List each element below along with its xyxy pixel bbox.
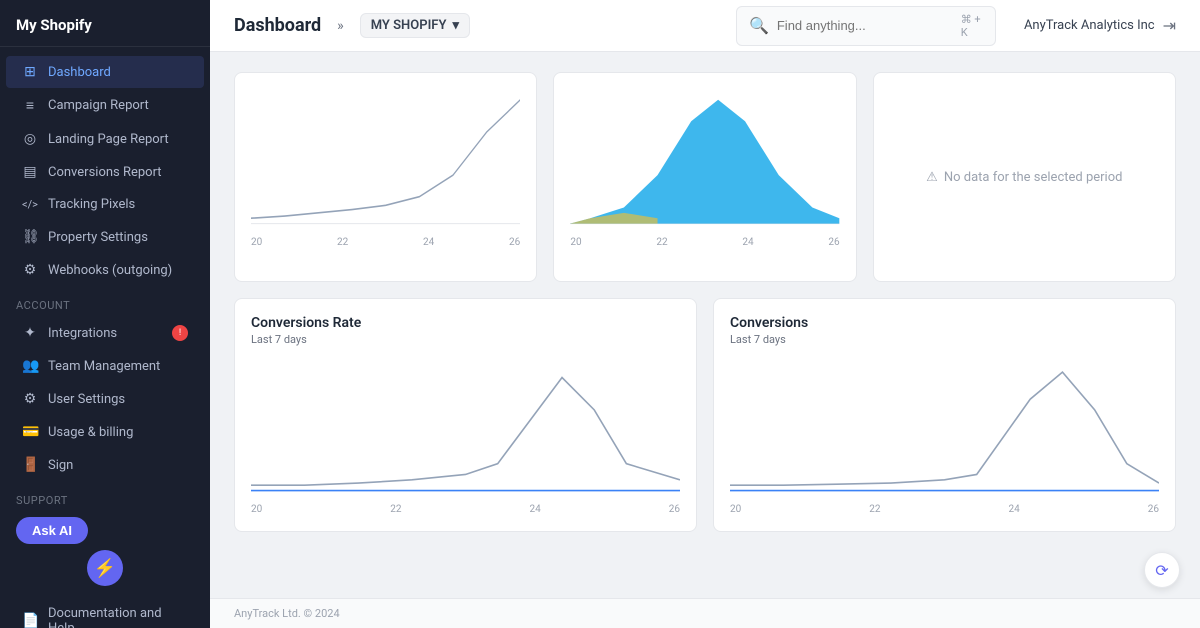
chart-2: 20 22 24 26 bbox=[570, 89, 839, 265]
sidebar-label-documentation: Documentation and Help bbox=[48, 606, 188, 628]
float-action-icon: ⟳ bbox=[1155, 561, 1168, 580]
sidebar-label-integrations: Integrations bbox=[48, 326, 117, 341]
sidebar-label-webhooks: Webhooks (outgoing) bbox=[48, 263, 172, 278]
landing-page-icon: ◎ bbox=[22, 131, 38, 147]
no-data-text: No data for the selected period bbox=[944, 170, 1123, 185]
sidebar-label-landing-page-report: Landing Page Report bbox=[48, 132, 169, 147]
conversions-report-icon: ▤ bbox=[22, 164, 38, 180]
tracking-pixels-icon: </> bbox=[22, 198, 38, 211]
integrations-badge: ! bbox=[172, 325, 188, 341]
sidebar-label-property-settings: Property Settings bbox=[48, 230, 148, 245]
sidebar-label-dashboard: Dashboard bbox=[48, 65, 111, 80]
chart-card-1: 20 22 24 26 bbox=[234, 72, 537, 282]
sidebar-item-integrations[interactable]: ✦ Integrations ! bbox=[6, 317, 204, 349]
logout-icon[interactable]: ⇥ bbox=[1163, 16, 1176, 35]
chart-conversions-rate-svg bbox=[251, 356, 680, 496]
sidebar-item-team-management[interactable]: 👥 Team Management bbox=[6, 350, 204, 382]
workspace-selector[interactable]: MY SHOPIFY ▾ bbox=[360, 13, 470, 38]
sidebar-item-property-settings[interactable]: ⛓ Property Settings bbox=[6, 221, 204, 253]
sidebar: My Shopify ⊞ Dashboard ≡ Campaign Report… bbox=[0, 0, 210, 628]
chart-conversions-subtitle: Last 7 days bbox=[730, 333, 1159, 346]
chart-card-2: 20 22 24 26 bbox=[553, 72, 856, 282]
sidebar-label-team-management: Team Management bbox=[48, 359, 160, 374]
sidebar-label-sign-out: Sign bbox=[48, 458, 73, 473]
search-icon: 🔍 bbox=[749, 16, 769, 35]
chart-conversions-chart: 20 22 24 26 bbox=[730, 356, 1159, 515]
chart-conversions-title: Conversions bbox=[730, 315, 1159, 331]
sidebar-nav: ⊞ Dashboard ≡ Campaign Report ◎ Landing … bbox=[0, 47, 210, 628]
sidebar-item-user-settings[interactable]: ⚙ User Settings bbox=[6, 383, 204, 415]
ask-ai-button[interactable]: Ask AI bbox=[16, 517, 88, 544]
topbar: Dashboard » MY SHOPIFY ▾ 🔍 ⌘ + K AnyTrac… bbox=[210, 0, 1200, 52]
support-section-label: Support bbox=[0, 482, 210, 511]
campaign-icon: ≡ bbox=[22, 97, 38, 114]
sidebar-label-campaign-report: Campaign Report bbox=[48, 98, 149, 113]
search-bar[interactable]: 🔍 ⌘ + K bbox=[736, 6, 996, 46]
sidebar-label-tracking-pixels: Tracking Pixels bbox=[48, 197, 135, 212]
account-section-label: Account bbox=[0, 287, 210, 316]
breadcrumb-sep: » bbox=[337, 18, 344, 34]
workspace-label: MY SHOPIFY bbox=[371, 18, 447, 33]
sidebar-item-webhooks[interactable]: ⚙ Webhooks (outgoing) bbox=[6, 254, 204, 286]
page-title: Dashboard bbox=[234, 15, 321, 36]
team-management-icon: 👥 bbox=[22, 358, 38, 374]
search-shortcut: ⌘ + K bbox=[961, 13, 983, 39]
support-lightning-icon: ⚡ bbox=[87, 550, 123, 586]
chart-1-svg bbox=[251, 89, 520, 229]
property-settings-icon: ⛓ bbox=[22, 229, 38, 245]
footer: AnyTrack Ltd. © 2024 bbox=[210, 598, 1200, 628]
chart-card-3: ⚠ No data for the selected period bbox=[873, 72, 1176, 282]
sidebar-item-dashboard[interactable]: ⊞ Dashboard bbox=[6, 56, 204, 88]
chart-conversions-svg bbox=[730, 356, 1159, 496]
chart-card-conversions-rate: Conversions Rate Last 7 days 20 22 24 26 bbox=[234, 298, 697, 532]
chart-conversions-rate-xaxis: 20 22 24 26 bbox=[251, 500, 680, 515]
chart-2-svg bbox=[570, 89, 839, 229]
chart-conversions-xaxis: 20 22 24 26 bbox=[730, 500, 1159, 515]
user-settings-icon: ⚙ bbox=[22, 391, 38, 407]
main-content: Dashboard » MY SHOPIFY ▾ 🔍 ⌘ + K AnyTrac… bbox=[210, 0, 1200, 628]
dashboard-icon: ⊞ bbox=[22, 64, 38, 80]
sign-out-icon: 🚪 bbox=[22, 457, 38, 473]
sidebar-item-usage-billing[interactable]: 💳 Usage & billing bbox=[6, 416, 204, 448]
charts-row-1: 20 22 24 26 bbox=[234, 72, 1176, 282]
sidebar-item-conversions-report[interactable]: ▤ Conversions Report bbox=[6, 156, 204, 188]
search-input[interactable] bbox=[777, 18, 953, 33]
app-logo: My Shopify bbox=[0, 0, 210, 47]
chart-conversions-rate-title: Conversions Rate bbox=[251, 315, 680, 331]
sidebar-item-documentation[interactable]: 📄 Documentation and Help bbox=[6, 598, 204, 628]
dashboard-content: 20 22 24 26 bbox=[210, 52, 1200, 598]
sidebar-item-sign-out[interactable]: 🚪 Sign bbox=[6, 449, 204, 481]
user-info: AnyTrack Analytics Inc ⇥ bbox=[1024, 16, 1176, 35]
chart-conversions-rate-chart: 20 22 24 26 bbox=[251, 356, 680, 515]
workspace-chevron-icon: ▾ bbox=[452, 18, 459, 33]
no-data-icon: ⚠ bbox=[926, 170, 938, 185]
chart-1: 20 22 24 26 bbox=[251, 89, 520, 265]
no-data-message: ⚠ No data for the selected period bbox=[890, 89, 1159, 265]
integrations-icon: ✦ bbox=[22, 325, 38, 341]
footer-copyright: AnyTrack Ltd. © 2024 bbox=[234, 607, 340, 620]
sidebar-label-usage-billing: Usage & billing bbox=[48, 425, 133, 440]
sidebar-item-campaign-report[interactable]: ≡ Campaign Report bbox=[6, 89, 204, 122]
chart-conversions-rate-subtitle: Last 7 days bbox=[251, 333, 680, 346]
sidebar-item-landing-page-report[interactable]: ◎ Landing Page Report bbox=[6, 123, 204, 155]
float-action-button[interactable]: ⟳ bbox=[1144, 552, 1180, 588]
username-label: AnyTrack Analytics Inc bbox=[1024, 18, 1155, 33]
documentation-icon: 📄 bbox=[22, 613, 38, 628]
webhooks-icon: ⚙ bbox=[22, 262, 38, 278]
sidebar-label-user-settings: User Settings bbox=[48, 392, 125, 407]
chart-1-xaxis: 20 22 24 26 bbox=[251, 233, 520, 248]
sidebar-item-tracking-pixels[interactable]: </> Tracking Pixels bbox=[6, 189, 204, 220]
sidebar-label-conversions-report: Conversions Report bbox=[48, 165, 162, 180]
chart-card-conversions: Conversions Last 7 days 20 22 24 26 bbox=[713, 298, 1176, 532]
charts-row-2: Conversions Rate Last 7 days 20 22 24 26 bbox=[234, 298, 1176, 532]
usage-billing-icon: 💳 bbox=[22, 424, 38, 440]
chart-2-xaxis: 20 22 24 26 bbox=[570, 233, 839, 248]
